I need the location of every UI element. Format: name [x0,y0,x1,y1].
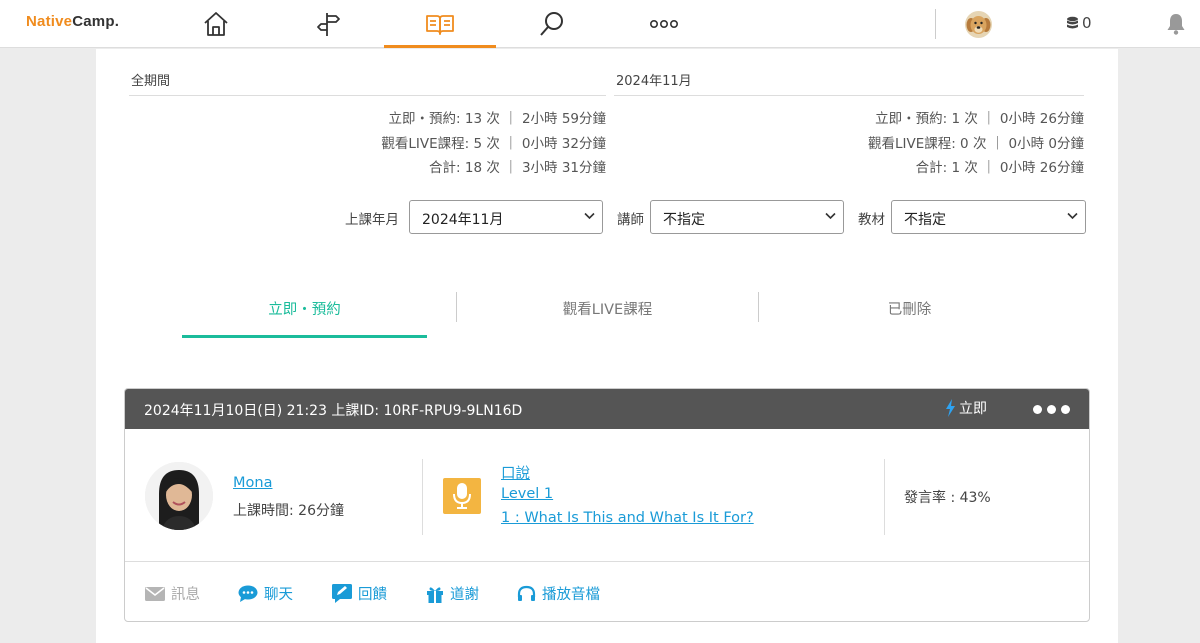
feedback-icon [332,584,352,603]
material-filter-label: 教材 [858,212,885,228]
play-audio-button[interactable]: 播放音檔 [517,583,600,604]
lesson-options-button[interactable] [1033,405,1070,414]
lightning-icon [946,399,955,417]
stats-month-title: 2024年11月 [614,49,1084,96]
stats-all-period: 全期間 立即・預約: 13 次 ｜ 2小時 59分鐘 觀看LIVE課程: 5 次… [129,49,606,181]
column-divider [884,459,885,535]
actions-divider [125,561,1089,562]
material-title-link[interactable]: 1 : What Is This and What Is It For? [501,510,754,526]
material-level-link[interactable]: Level 1 [501,486,553,502]
speaking-rate: 發言率 : 43% [904,490,991,506]
nav-lessons[interactable] [384,0,496,48]
user-avatar[interactable] [965,11,992,38]
coin-stack-icon [1067,16,1078,28]
teacher-portrait-icon [145,462,213,530]
teacher-photo[interactable] [145,462,213,530]
chat-label: 聊天 [264,587,293,603]
microphone-icon [453,483,471,509]
coin-balance[interactable]: 0 [1066,14,1092,32]
notifications-button[interactable] [1166,13,1186,39]
stats-all-period-title: 全期間 [129,49,606,96]
stats-live-line: 觀看LIVE課程: 5 次 ｜ 0小時 32分鐘 [381,135,606,152]
column-divider [422,459,423,535]
tab-divider [758,292,759,322]
tab-deleted[interactable]: 已刪除 [787,292,1032,338]
stats-reservation-line: 立即・預約: 1 次 ｜ 0小時 26分鐘 [875,111,1084,127]
message-button[interactable]: 訊息 [145,583,200,604]
nav-more[interactable] [608,0,720,48]
logo-text-camp: Camp. [72,13,120,30]
feedback-label: 回饋 [358,587,387,603]
dot [1047,405,1056,414]
chevron-down-icon [825,212,836,220]
lesson-duration: 上課時間: 26分鐘 [233,503,344,519]
nav-home[interactable] [160,0,272,48]
lesson-meta: 2024年11月10日(日) 21:23 上課ID: 10RF-RPU9-9LN… [144,403,523,419]
dog-avatar-icon [965,11,992,38]
lesson-card-header: 2024年11月10日(日) 21:23 上課ID: 10RF-RPU9-9LN… [125,389,1089,429]
teacher-name-link[interactable]: Mona [233,475,272,491]
lesson-type-badge: 立即 [945,398,987,418]
tab-divider [456,292,457,322]
header-divider [935,9,936,39]
stats-total-line: 合計: 18 次 ｜ 3小時 31分鐘 [429,160,606,176]
top-navigation-bar: NativeCamp. 0 [0,0,1200,48]
message-label: 訊息 [171,587,200,603]
month-select-value: 2024年11月 [422,212,504,228]
stats-reservation-line: 立即・預約: 13 次 ｜ 2小時 59分鐘 [388,111,606,127]
month-filter-label: 上課年月 [345,212,399,228]
play-audio-label: 播放音檔 [542,587,600,603]
stats-total-line: 合計: 1 次 ｜ 0小時 26分鐘 [915,160,1084,176]
material-category-badge [443,478,481,514]
chat-button[interactable]: 聊天 [238,583,293,604]
teacher-select-value: 不指定 [663,212,705,228]
mail-icon [145,586,165,601]
home-icon [204,12,228,36]
stats-month: 2024年11月 立即・預約: 1 次 ｜ 0小時 26分鐘 觀看LIVE課程:… [614,49,1084,181]
lesson-type-label: 立即 [959,401,987,417]
teacher-select[interactable]: 不指定 [650,200,844,234]
tab-instant-reservation[interactable]: 立即・預約 [182,292,427,338]
thanks-button[interactable]: 道謝 [426,583,479,604]
thanks-label: 道謝 [450,587,479,603]
tab-live-lessons[interactable]: 觀看LIVE課程 [485,292,730,338]
logo-text-native: Native [26,13,73,30]
nav-signpost[interactable] [272,0,384,48]
chevron-down-icon [1067,212,1078,220]
material-select-value: 不指定 [904,212,946,228]
more-icon [649,19,678,29]
dot [1061,405,1070,414]
teacher-filter-label: 講師 [617,212,644,228]
chat-icon [238,585,258,602]
native-camp-logo[interactable]: NativeCamp. [26,13,119,30]
material-select[interactable]: 不指定 [891,200,1086,234]
material-category-link[interactable]: 口說 [501,462,530,483]
chevron-down-icon [584,212,595,220]
bell-icon [1167,14,1185,35]
signpost-icon [317,13,340,36]
gift-icon [427,586,443,603]
month-select[interactable]: 2024年11月 [409,200,603,234]
coin-count: 0 [1082,14,1092,32]
dot [1033,405,1042,414]
book-icon [426,15,454,35]
stats-live-line: 觀看LIVE課程: 0 次 ｜ 0小時 0分鐘 [867,135,1084,152]
nav-search[interactable] [496,0,608,48]
lesson-card: 2024年11月10日(日) 21:23 上課ID: 10RF-RPU9-9LN… [124,388,1090,622]
headphones-icon [517,585,536,601]
search-icon [540,12,563,36]
feedback-button[interactable]: 回饋 [332,583,387,604]
